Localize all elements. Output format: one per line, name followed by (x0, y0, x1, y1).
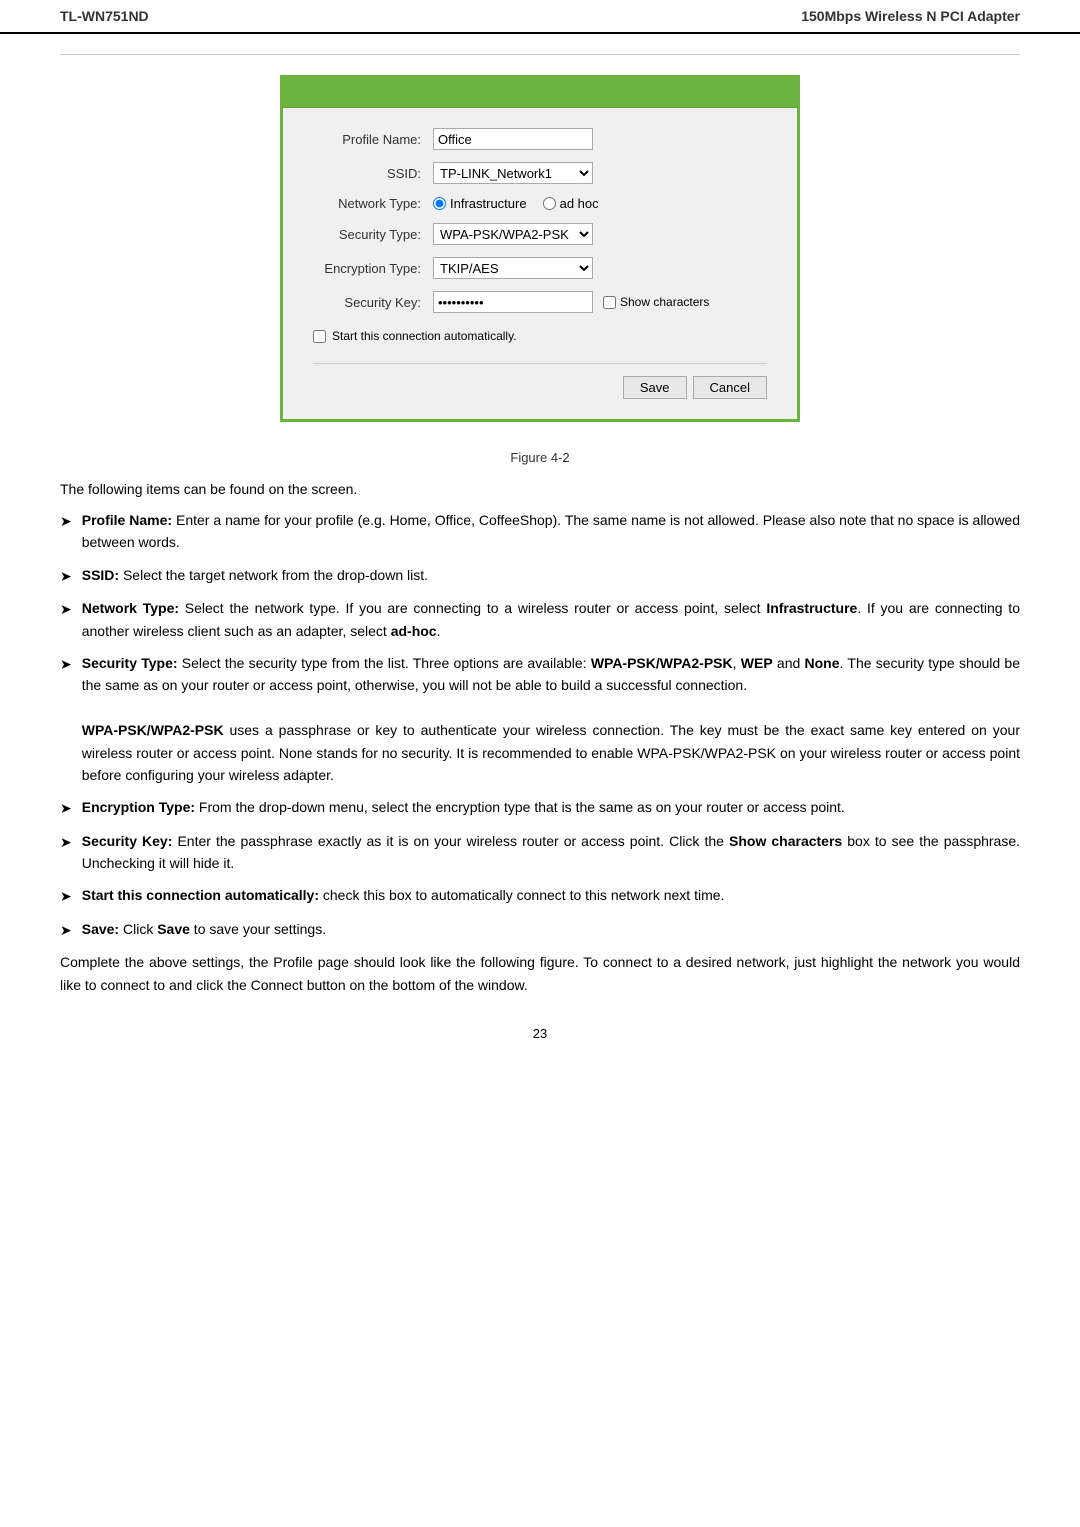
list-item: ➤ Start this connection automatically: c… (60, 884, 1020, 907)
show-characters-checkbox[interactable] (603, 296, 616, 309)
list-item: ➤ Network Type: Select the network type.… (60, 597, 1020, 642)
auto-connect-label: Start this connection automatically. (332, 329, 517, 343)
dialog-footer: Save Cancel (313, 363, 767, 399)
infrastructure-radio[interactable] (433, 197, 446, 210)
bullet-label: Security Type: (82, 655, 178, 671)
bullet-list: ➤ Profile Name: Enter a name for your pr… (60, 509, 1020, 941)
security-key-label: Security Key: (313, 295, 433, 310)
product-code: TL-WN751ND (60, 8, 149, 24)
bullet-text: Security Type: Select the security type … (82, 652, 1020, 786)
encryption-type-select[interactable]: TKIP/AES TKIP AES (433, 257, 593, 279)
description-intro: The following items can be found on the … (60, 481, 1020, 497)
bullet-label: Security Key: (82, 833, 173, 849)
profile-dialog: Profile Name: SSID: TP-LINK_Network1 Net… (280, 75, 800, 422)
bullet-text: SSID: Select the target network from the… (82, 564, 1020, 586)
bullet-arrow-icon: ➤ (60, 653, 72, 675)
bullet-label: Profile Name: (82, 512, 172, 528)
bullet-arrow-icon: ➤ (60, 831, 72, 853)
inline-bold: Show characters (729, 833, 842, 849)
bullet-text: Encryption Type: From the drop-down menu… (82, 796, 1020, 818)
infrastructure-label: Infrastructure (450, 196, 527, 211)
list-item: ➤ Security Type: Select the security typ… (60, 652, 1020, 786)
bullet-text: Network Type: Select the network type. I… (82, 597, 1020, 642)
inline-bold: None (805, 655, 840, 671)
profile-name-label: Profile Name: (313, 132, 433, 147)
bullet-text: Security Key: Enter the passphrase exact… (82, 830, 1020, 875)
adhoc-option[interactable]: ad hoc (543, 196, 599, 211)
header-divider (60, 54, 1020, 55)
main-content: Profile Name: SSID: TP-LINK_Network1 Net… (0, 75, 1080, 1061)
bullet-label: Encryption Type: (82, 799, 195, 815)
bullet-arrow-icon: ➤ (60, 885, 72, 907)
bullet-arrow-icon: ➤ (60, 797, 72, 819)
security-type-row: Security Type: WPA-PSK/WPA2-PSK WEP None (313, 223, 767, 245)
inline-bold: Infrastructure (766, 600, 857, 616)
auto-connect-checkbox[interactable] (313, 330, 326, 343)
infrastructure-option[interactable]: Infrastructure (433, 196, 527, 211)
inline-bold: WPA-PSK/WPA2-PSK (82, 722, 224, 738)
bullet-label: Network Type: (82, 600, 179, 616)
bullet-arrow-icon: ➤ (60, 510, 72, 532)
dialog-header-bar (283, 78, 797, 108)
network-type-radio-group: Infrastructure ad hoc (433, 196, 599, 211)
bullet-text: Save: Click Save to save your settings. (82, 918, 1020, 940)
security-key-input[interactable] (433, 291, 593, 313)
show-characters-label: Show characters (620, 295, 709, 309)
list-item: ➤ SSID: Select the target network from t… (60, 564, 1020, 587)
inline-bold: WEP (741, 655, 773, 671)
closing-paragraph: Complete the above settings, the Profile… (60, 951, 1020, 996)
show-characters-option[interactable]: Show characters (603, 295, 709, 309)
ssid-label: SSID: (313, 166, 433, 181)
page-header: TL-WN751ND 150Mbps Wireless N PCI Adapte… (0, 0, 1080, 34)
adhoc-label: ad hoc (560, 196, 599, 211)
page-number: 23 (60, 1026, 1020, 1061)
save-button[interactable]: Save (623, 376, 687, 399)
bullet-label: Save: (82, 921, 119, 937)
list-item: ➤ Save: Click Save to save your settings… (60, 918, 1020, 941)
product-name: 150Mbps Wireless N PCI Adapter (801, 8, 1020, 24)
ssid-select[interactable]: TP-LINK_Network1 (433, 162, 593, 184)
cancel-button[interactable]: Cancel (693, 376, 767, 399)
security-key-controls: Show characters (433, 291, 709, 313)
adhoc-radio[interactable] (543, 197, 556, 210)
inline-bold: Save (157, 921, 190, 937)
list-item: ➤ Encryption Type: From the drop-down me… (60, 796, 1020, 819)
encryption-type-label: Encryption Type: (313, 261, 433, 276)
inline-bold: WPA-PSK/WPA2-PSK (591, 655, 733, 671)
network-type-row: Network Type: Infrastructure ad hoc (313, 196, 767, 211)
bullet-label: Start this connection automatically: (82, 887, 319, 903)
bullet-label: SSID: (82, 567, 119, 583)
figure-caption: Figure 4-2 (60, 450, 1020, 465)
inline-bold: ad-hoc (391, 623, 437, 639)
security-key-row: Security Key: Show characters (313, 291, 767, 313)
security-type-label: Security Type: (313, 227, 433, 242)
list-item: ➤ Profile Name: Enter a name for your pr… (60, 509, 1020, 554)
network-type-label: Network Type: (313, 196, 433, 211)
bullet-arrow-icon: ➤ (60, 565, 72, 587)
ssid-row: SSID: TP-LINK_Network1 (313, 162, 767, 184)
encryption-type-row: Encryption Type: TKIP/AES TKIP AES (313, 257, 767, 279)
bullet-arrow-icon: ➤ (60, 598, 72, 620)
bullet-text: Profile Name: Enter a name for your prof… (82, 509, 1020, 554)
profile-name-input[interactable] (433, 128, 593, 150)
list-item: ➤ Security Key: Enter the passphrase exa… (60, 830, 1020, 875)
bullet-text: Start this connection automatically: che… (82, 884, 1020, 906)
auto-connect-row: Start this connection automatically. (313, 329, 767, 343)
security-type-select[interactable]: WPA-PSK/WPA2-PSK WEP None (433, 223, 593, 245)
bullet-arrow-icon: ➤ (60, 919, 72, 941)
profile-name-row: Profile Name: (313, 128, 767, 150)
